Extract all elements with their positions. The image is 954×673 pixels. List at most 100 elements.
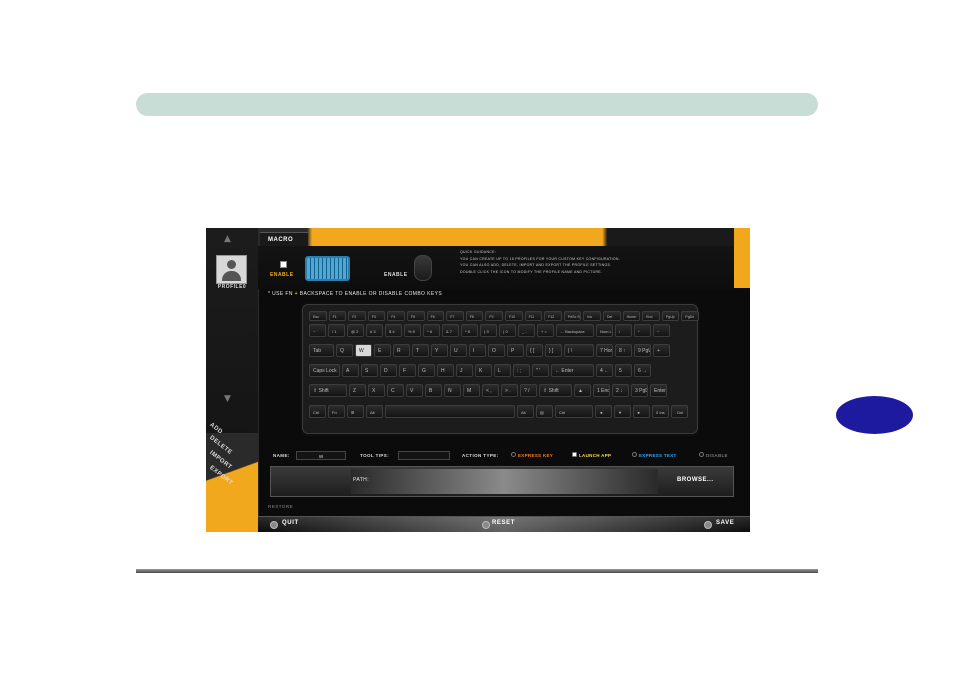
keyboard-key[interactable]: F11 xyxy=(524,311,543,321)
keyboard-key[interactable]: Z xyxy=(349,384,366,397)
express-key-radio[interactable] xyxy=(511,452,516,457)
keyboard-key[interactable]: F2 xyxy=(348,311,366,321)
keyboard-key[interactable]: X xyxy=(368,384,385,397)
keyboard-key[interactable]: ) 0 xyxy=(499,324,516,337)
keyboard-key[interactable]: ! 1 xyxy=(328,324,345,337)
keyboard-key[interactable]: } ] xyxy=(545,344,562,357)
keyboard-key[interactable]: ⇧ Shift xyxy=(539,384,572,397)
keyboard-key[interactable]: 2 ↓ xyxy=(612,384,629,397)
keyboard-key[interactable]: * 8 xyxy=(461,324,478,337)
name-field[interactable]: W xyxy=(296,451,346,460)
reset-button[interactable]: RESET xyxy=(492,520,515,526)
keyboard-key[interactable]: PrtSc SysRq xyxy=(563,311,582,321)
keyboard-key[interactable]: $ 4 xyxy=(385,324,402,337)
keyboard-key[interactable]: * xyxy=(634,324,651,337)
enable-keyboard-checkbox[interactable] xyxy=(280,261,287,268)
save-button[interactable]: SAVE xyxy=(716,520,734,526)
keyboard-key[interactable]: 9 PgUp xyxy=(634,344,651,357)
keyboard-key[interactable]: ← Enter xyxy=(551,364,594,377)
keyboard-key[interactable]: F3 xyxy=(367,311,386,321)
keyboard-key[interactable]: 4 ← xyxy=(596,364,613,377)
profile-avatar[interactable] xyxy=(216,255,247,284)
keyboard-key[interactable]: ⇧ Shift xyxy=(309,384,347,397)
keyboard-key[interactable]: F9 xyxy=(485,311,503,321)
keyboard-key[interactable]: G xyxy=(418,364,435,377)
keyboard-key[interactable]: ( 9 xyxy=(480,324,497,337)
quit-button[interactable]: QUIT xyxy=(282,520,299,526)
keyboard-key[interactable]: ▤ xyxy=(536,405,553,418)
tooltips-field[interactable] xyxy=(398,451,450,460)
keyboard-key[interactable]: O xyxy=(488,344,505,357)
restore-button[interactable]: RESTORE xyxy=(268,504,293,509)
keyboard-key[interactable]: " ' xyxy=(532,364,549,377)
express-text-radio[interactable] xyxy=(632,452,637,457)
keyboard-key[interactable]: D xyxy=(380,364,397,377)
keyboard-key[interactable]: F12 xyxy=(544,311,562,321)
chevron-down-icon[interactable]: ▼ xyxy=(224,394,231,404)
keyboard-key[interactable]: Q xyxy=(336,344,353,357)
keyboard-key[interactable]: F xyxy=(399,364,416,377)
keyboard-key[interactable]: I xyxy=(469,344,486,357)
keyboard-key[interactable]: F10 xyxy=(505,311,523,321)
keyboard-key[interactable]: 7 Home xyxy=(596,344,613,357)
keyboard-key[interactable]: ? / xyxy=(520,384,537,397)
keyboard-key[interactable]: . Del xyxy=(671,405,688,418)
keyboard-key[interactable]: / xyxy=(615,324,632,337)
path-field[interactable] xyxy=(351,469,658,494)
keyboard-key[interactable]: F4 xyxy=(387,311,405,321)
keyboard-key[interactable]: Fn xyxy=(328,405,345,418)
keyboard-key[interactable]: F8 xyxy=(465,311,484,321)
keyboard-key[interactable]: Y xyxy=(431,344,448,357)
keyboard-key[interactable]: ► xyxy=(633,405,650,418)
keyboard-key[interactable]: R xyxy=(393,344,410,357)
keyboard-key[interactable]: Ins xyxy=(583,311,601,321)
launch-app-radio[interactable] xyxy=(572,452,577,457)
keyboard-key[interactable]: < , xyxy=(482,384,499,397)
express-text-option[interactable]: EXPRESS TEXT xyxy=(639,453,677,458)
keyboard-key[interactable]: H xyxy=(437,364,454,377)
keyboard-key[interactable]: ← Backspace xyxy=(556,324,594,337)
mouse-icon[interactable] xyxy=(414,255,432,281)
keyboard-key[interactable]: T xyxy=(412,344,429,357)
keyboard-key[interactable]: C xyxy=(387,384,404,397)
disable-option[interactable]: DISABLE xyxy=(706,453,728,458)
keyboard-key[interactable]: : ; xyxy=(513,364,530,377)
keyboard-key[interactable]: { [ xyxy=(526,344,543,357)
keyboard-key[interactable]: F7 xyxy=(446,311,464,321)
keyboard-key[interactable]: Ctrl xyxy=(555,405,593,418)
disable-radio[interactable] xyxy=(699,452,704,457)
keyboard-key[interactable]: PgDn xyxy=(681,311,699,321)
keyboard-key[interactable]: | \ xyxy=(564,344,594,357)
keyboard-key[interactable]: L xyxy=(494,364,511,377)
keyboard-key[interactable]: % 5 xyxy=(404,324,421,337)
keyboard-key[interactable]: A xyxy=(342,364,359,377)
keyboard-key[interactable]: Num Lk xyxy=(596,324,613,337)
keyboard-key[interactable]: S xyxy=(361,364,378,377)
keyboard-key[interactable]: Alt xyxy=(366,405,383,418)
keyboard-key[interactable]: V xyxy=(406,384,423,397)
launch-app-option[interactable]: LAUNCH APP xyxy=(579,453,611,458)
keyboard-key[interactable]: & 7 xyxy=(442,324,459,337)
browse-button[interactable]: BROWSE... xyxy=(677,477,714,483)
keyboard-key[interactable]: U xyxy=(450,344,467,357)
keyboard-key[interactable]: W xyxy=(355,344,372,357)
keyboard-key[interactable]: P xyxy=(507,344,524,357)
keyboard-key[interactable]: M xyxy=(463,384,480,397)
keyboard-key[interactable]: F6 xyxy=(426,311,445,321)
keyboard-key[interactable]: Del xyxy=(603,311,621,321)
keyboard-key[interactable]: N xyxy=(444,384,461,397)
keyboard-key[interactable]: ▲ xyxy=(574,384,591,397)
keyboard-key[interactable]: E xyxy=(374,344,391,357)
keyboard-key[interactable]: ^ 6 xyxy=(423,324,440,337)
keyboard-key[interactable]: End xyxy=(642,311,660,321)
keyboard-key[interactable]: F1 xyxy=(328,311,347,321)
express-key-option[interactable]: EXPRESS KEY xyxy=(518,453,553,458)
keyboard-key[interactable]: Home xyxy=(622,311,641,321)
keyboard-key[interactable]: 1 End xyxy=(593,384,610,397)
keyboard-key[interactable]: − xyxy=(653,324,670,337)
keyboard-key[interactable]: PgUp xyxy=(661,311,680,321)
keyboard-key[interactable]: ◄ xyxy=(595,405,612,418)
keyboard-key[interactable]: ▼ xyxy=(614,405,631,418)
keyboard-key[interactable]: Enter xyxy=(650,384,667,397)
keyboard-key[interactable]: 8 ↑ xyxy=(615,344,632,357)
